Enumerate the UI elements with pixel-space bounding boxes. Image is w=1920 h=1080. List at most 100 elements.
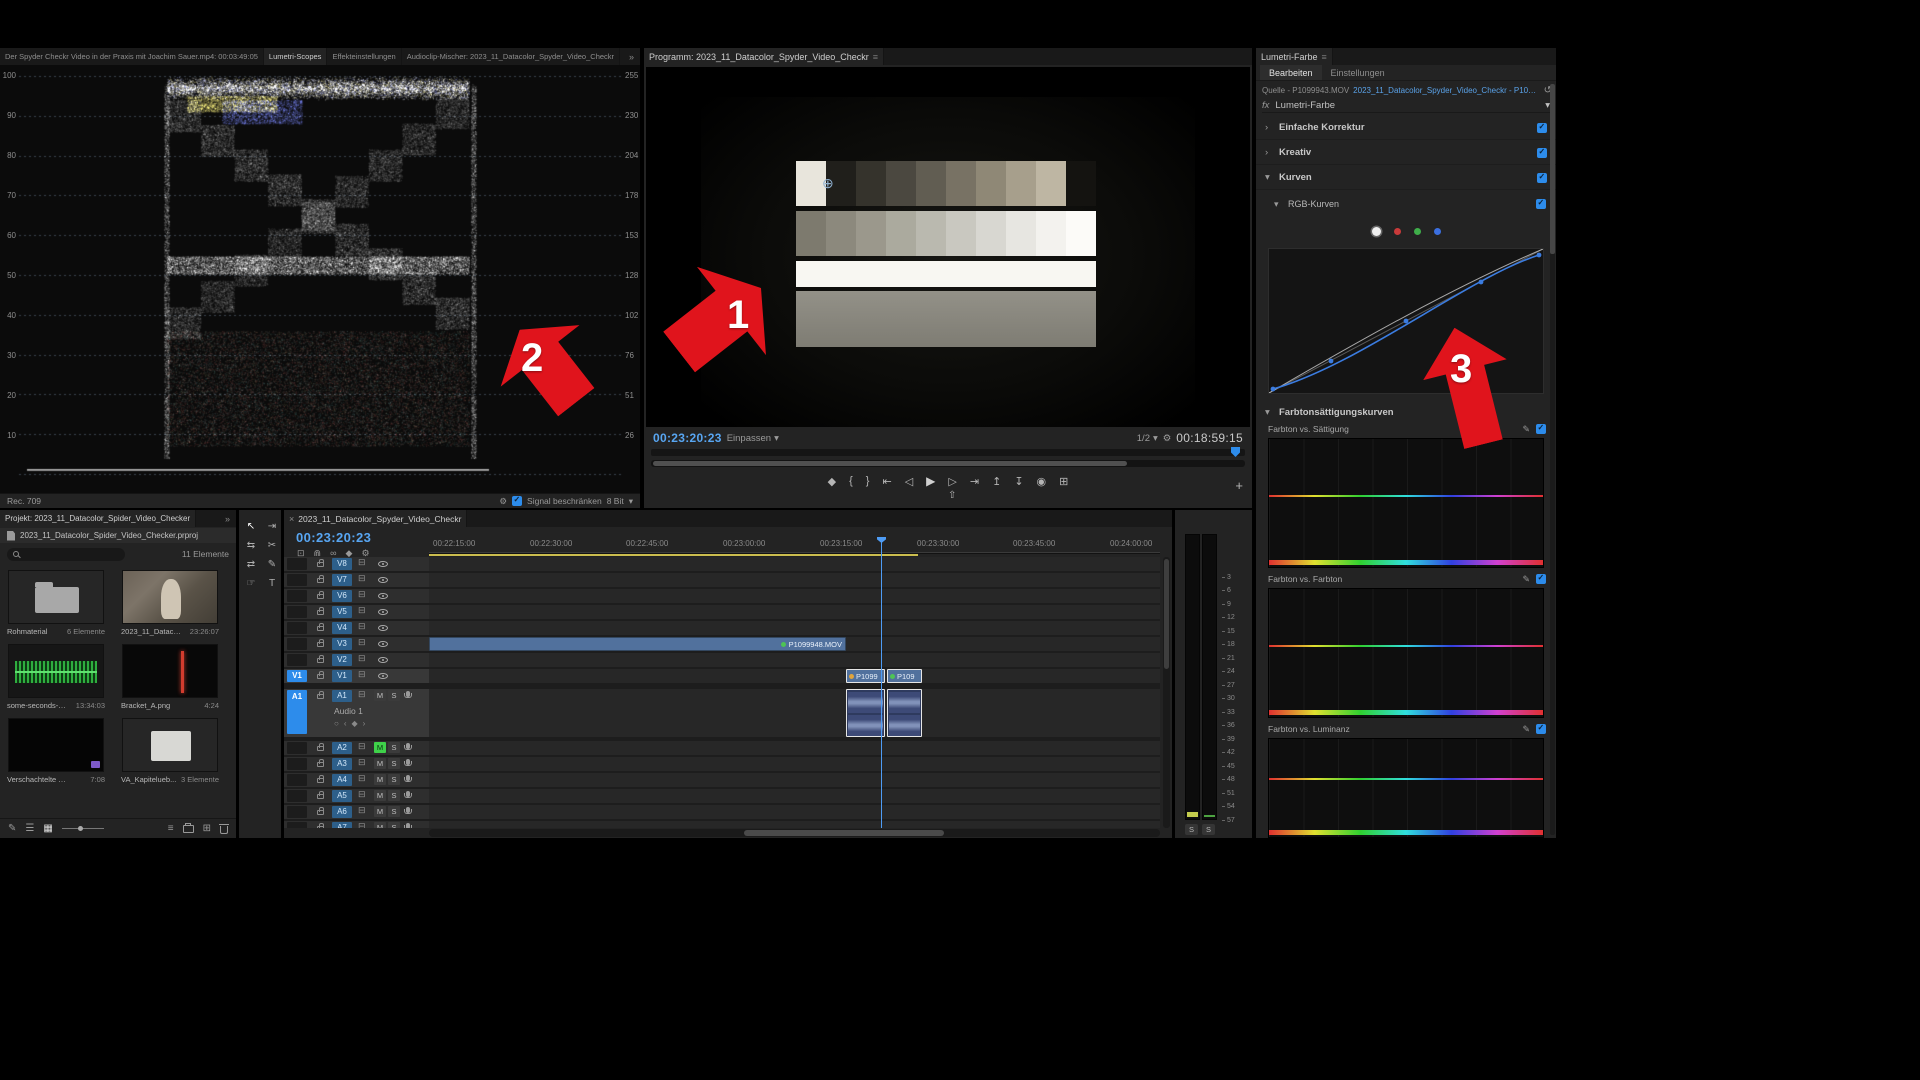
sync-lock-icon[interactable]: ⊟ [358, 789, 366, 800]
source-patch-slot[interactable] [287, 654, 307, 666]
clamp-signal-checkbox[interactable] [512, 496, 522, 506]
track-lock-icon[interactable] [317, 810, 324, 815]
source-patch-slot[interactable] [287, 806, 307, 818]
track-lane[interactable] [429, 589, 1160, 603]
add-keyframe-icon[interactable]: ◆ [352, 719, 358, 728]
sort-icons-button[interactable]: ≡ [168, 823, 174, 834]
source-patch-v1[interactable]: V1 [287, 670, 307, 682]
tab-audio-clip-mixer[interactable]: Audioclip-Mischer: 2023_11_Datacolor_Spy… [402, 48, 620, 65]
track-lane[interactable] [429, 805, 1160, 819]
track-lock-icon[interactable] [317, 746, 324, 751]
monitor-settings-wrench-icon[interactable]: ⚙ [1163, 433, 1172, 444]
bit-depth-value[interactable]: 8 Bit [607, 496, 624, 506]
tool-slip[interactable]: ⇄ [242, 556, 260, 572]
rgb-curves-header[interactable]: ▾ RGB-Kurven [1256, 194, 1556, 214]
scrollbar-thumb[interactable] [1164, 559, 1169, 669]
audio-thumbnail[interactable] [8, 644, 104, 698]
sync-lock-icon[interactable]: ⊟ [358, 773, 366, 784]
folder-thumbnail[interactable] [8, 570, 104, 624]
panel-menu-icon[interactable]: ≡ [1322, 52, 1327, 62]
track-lock-icon[interactable] [317, 658, 324, 663]
scrollbar-thumb[interactable] [1550, 84, 1555, 254]
meter-solo-left-button[interactable]: S [1185, 824, 1198, 835]
hue-sat-enabled-checkbox[interactable] [1536, 424, 1546, 434]
tab-program-monitor[interactable]: Programm: 2023_11_Datacolor_Spyder_Video… [644, 48, 884, 65]
automation-mode-icon[interactable]: ○ [334, 719, 339, 728]
export-button[interactable]: ⇧ [948, 490, 956, 501]
mute-button[interactable]: M [374, 774, 386, 785]
source-patch-slot[interactable] [287, 742, 307, 754]
hue-hue-enabled-checkbox[interactable] [1536, 574, 1546, 584]
project-item-audio[interactable]: some-seconds-int...13:34:03 [4, 644, 108, 710]
effect-name-dropdown[interactable]: Lumetri-Farbe [1275, 100, 1335, 111]
program-scrubber[interactable] [651, 449, 1245, 456]
mark-out-button[interactable]: } [866, 475, 870, 487]
track-visibility-toggle[interactable] [378, 577, 388, 583]
sync-lock-icon[interactable]: ⊟ [358, 821, 366, 828]
sync-lock-icon[interactable]: ⊟ [358, 589, 366, 600]
thumbnail-size-slider[interactable] [62, 828, 104, 829]
writable-toggle-icon[interactable]: ✎ [8, 823, 16, 834]
close-sequence-icon[interactable]: × [289, 514, 294, 524]
track-visibility-toggle[interactable] [378, 561, 388, 567]
source-patch-a1[interactable]: A1 [287, 690, 307, 734]
project-item-bracket[interactable]: Bracket_A.png4:24 [118, 644, 222, 710]
tab-effect-controls[interactable]: Effekteinstellungen [327, 48, 401, 65]
add-panel-button[interactable]: + [1235, 478, 1243, 493]
track-lock-icon[interactable] [317, 626, 324, 631]
fit-dropdown[interactable]: Einpassen ▾ [727, 433, 779, 444]
track-lane[interactable] [429, 741, 1160, 755]
track-lock-icon[interactable] [317, 778, 324, 783]
solo-button[interactable]: S [388, 790, 400, 801]
track-lane[interactable] [429, 557, 1160, 571]
source-patch-slot[interactable] [287, 606, 307, 618]
eyedropper-icon[interactable]: ✎ [1522, 724, 1530, 735]
hue-vs-luma-curve[interactable] [1268, 738, 1544, 838]
project-file-row[interactable]: 2023_11_Datacolor_Spider_Video_Checker.p… [0, 528, 236, 543]
track-visibility-toggle[interactable] [378, 657, 388, 663]
audio-clip-a1-left[interactable] [846, 689, 885, 737]
sync-lock-icon[interactable]: ⊟ [358, 805, 366, 816]
program-timecode[interactable]: 00:23:20:23 [653, 431, 722, 445]
voiceover-record-icon[interactable] [406, 823, 410, 828]
scrubber-playhead[interactable] [1231, 447, 1240, 457]
sync-lock-icon[interactable]: ⊟ [358, 689, 366, 700]
basic-correction-enabled-checkbox[interactable] [1537, 123, 1547, 133]
meter-solo-right-button[interactable]: S [1202, 824, 1215, 835]
tab-overflow-icon[interactable]: » [219, 510, 236, 527]
track-lock-icon[interactable] [317, 674, 324, 679]
track-badge[interactable]: V3 [332, 638, 352, 650]
bin-thumbnail[interactable] [122, 718, 218, 772]
track-lock-icon[interactable] [317, 642, 324, 647]
tool-pen[interactable]: ✎ [263, 556, 281, 572]
tab-einstellungen[interactable]: Einstellungen [1322, 65, 1394, 80]
track-lane[interactable] [429, 757, 1160, 771]
tab-lumetri-scopes[interactable]: Lumetri-Scopes [264, 48, 328, 65]
track-visibility-toggle[interactable] [378, 609, 388, 615]
icon-view-button[interactable]: ▦ [43, 823, 52, 834]
voiceover-record-icon[interactable] [406, 807, 410, 813]
source-patch-slot[interactable] [287, 622, 307, 634]
voiceover-record-icon[interactable] [406, 775, 410, 781]
hue-curve-line[interactable] [1269, 778, 1543, 780]
sync-lock-icon[interactable]: ⊟ [358, 669, 366, 680]
track-badge[interactable]: A1 [332, 690, 352, 702]
list-view-button[interactable]: ☰ [25, 823, 34, 834]
tab-overflow-icon[interactable]: » [623, 48, 640, 65]
source-patch-slot[interactable] [287, 822, 307, 828]
clip-v1-p109[interactable]: P109 [887, 669, 922, 683]
track-visibility-toggle[interactable] [378, 593, 388, 599]
new-item-button[interactable]: ⊞ [203, 823, 211, 834]
add-marker-button[interactable]: ◆ [828, 475, 836, 488]
mark-in-button[interactable]: { [849, 475, 853, 487]
search-input[interactable] [7, 548, 125, 561]
track-visibility-toggle[interactable] [378, 641, 388, 647]
project-item-bin[interactable]: VA_Kapitelueb...3 Elemente [118, 718, 222, 784]
source-patch-slot[interactable] [287, 774, 307, 786]
tab-lumetri-color[interactable]: Lumetri-Farbe ≡ [1256, 48, 1333, 65]
sync-lock-icon[interactable]: ⊟ [358, 573, 366, 584]
source-patch-slot[interactable] [287, 758, 307, 770]
solo-button[interactable]: S [388, 690, 400, 701]
curves-enabled-checkbox[interactable] [1537, 173, 1547, 183]
new-bin-button[interactable] [183, 825, 194, 833]
